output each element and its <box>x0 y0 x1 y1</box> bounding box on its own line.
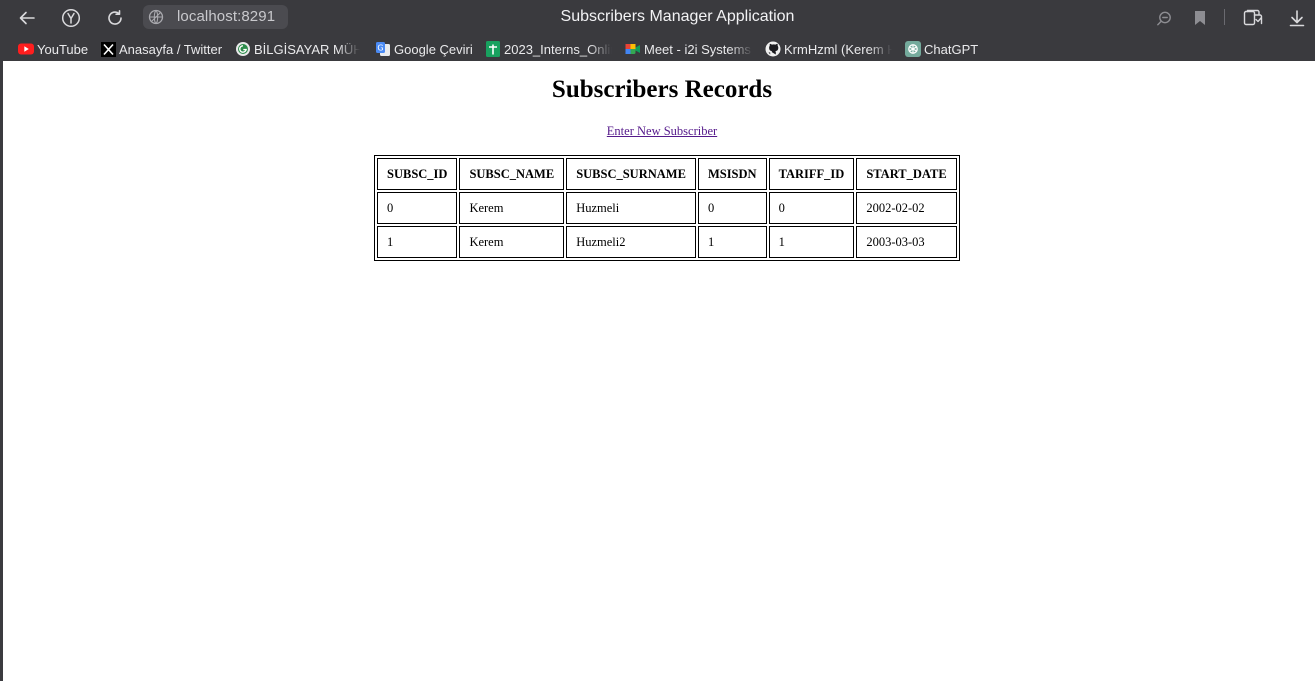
cell-subsc-id: 1 <box>377 226 458 258</box>
bookmark-icon <box>1195 11 1205 25</box>
yandex-icon <box>61 8 81 28</box>
download-button[interactable] <box>1284 5 1310 31</box>
cell-msisdn: 1 <box>697 226 767 258</box>
youtube-icon <box>18 41 34 57</box>
zoom-button[interactable] <box>1151 5 1177 31</box>
back-button[interactable] <box>14 5 40 31</box>
cell-subsc-surname: Huzmeli2 <box>566 226 696 258</box>
reload-button[interactable] <box>102 5 128 31</box>
new-subscriber-link-row: Enter New Subscriber <box>3 124 1315 139</box>
svg-text:G: G <box>377 44 383 53</box>
yandex-button[interactable] <box>58 5 84 31</box>
bookmark-github[interactable]: KrmHzml (Kerem H <box>765 40 892 58</box>
column-header-subsc-id: SUBSC_ID <box>377 158 458 190</box>
cell-tariff-id: 0 <box>768 192 855 224</box>
collections-button[interactable] <box>1240 5 1266 31</box>
column-header-subsc-name: SUBSC_NAME <box>459 158 565 190</box>
enter-new-subscriber-link[interactable]: Enter New Subscriber <box>607 124 717 138</box>
bookmarks-bar: YouTube Anasayfa / Twitter BİLGİSAYAR MÜ… <box>0 38 1315 60</box>
table-row: 1 Kerem Huzmeli2 1 1 2003-03-03 <box>377 226 957 258</box>
bookmark-button[interactable] <box>1187 5 1213 31</box>
cell-msisdn: 0 <box>697 192 767 224</box>
cell-start-date: 2002-02-02 <box>856 192 957 224</box>
reload-icon <box>108 10 122 25</box>
page-viewport: Subscribers Records Enter New Subscriber… <box>3 61 1315 681</box>
subscribers-table: SUBSC_ID SUBSC_NAME SUBSC_SURNAME MSISDN… <box>374 155 960 261</box>
cell-subsc-id: 0 <box>377 192 458 224</box>
bookmark-google-translate[interactable]: G Google Çeviri <box>375 40 473 58</box>
browser-chrome: localhost:8291 Subscribers Manager Appli… <box>0 0 1315 61</box>
column-header-subsc-surname: SUBSC_SURNAME <box>566 158 696 190</box>
download-icon <box>1289 10 1305 27</box>
address-text: localhost:8291 <box>177 8 276 25</box>
cell-subsc-name: Kerem <box>459 192 565 224</box>
globe-icon <box>235 41 251 57</box>
site-info-icon[interactable] <box>147 8 165 26</box>
page-title: Subscribers Records <box>551 76 773 103</box>
cell-subsc-surname: Huzmeli <box>566 192 696 224</box>
github-icon <box>765 41 781 57</box>
address-bar[interactable]: localhost:8291 <box>143 5 288 29</box>
toolbar-divider <box>1224 9 1225 25</box>
collections-icon <box>1243 9 1263 26</box>
table-row: 0 Kerem Huzmeli 0 0 2002-02-02 <box>377 192 957 224</box>
translate-icon: G <box>375 41 391 57</box>
bookmark-bilgisayar[interactable]: BİLGİSAYAR MÜHE <box>235 40 360 58</box>
cell-tariff-id: 1 <box>768 226 855 258</box>
cell-start-date: 2003-03-03 <box>856 226 957 258</box>
sheets-icon <box>485 41 501 57</box>
x-icon <box>100 41 116 57</box>
column-header-msisdn: MSISDN <box>697 158 767 190</box>
bookmark-interns-sheet[interactable]: 2023_Interns_Onlin <box>485 40 612 58</box>
browser-toolbar: localhost:8291 Subscribers Manager Appli… <box>0 0 1315 35</box>
window-title: Subscribers Manager Application <box>560 8 795 25</box>
bookmark-chatgpt[interactable]: ChatGPT <box>905 40 978 58</box>
column-header-start-date: START_DATE <box>856 158 957 190</box>
meet-icon <box>625 41 641 57</box>
cell-subsc-name: Kerem <box>459 226 565 258</box>
back-arrow-icon <box>19 11 35 25</box>
chatgpt-icon <box>905 41 921 57</box>
column-header-tariff-id: TARIFF_ID <box>768 158 855 190</box>
zoom-icon <box>1156 11 1171 25</box>
bookmark-meet[interactable]: Meet - i2i Systems <box>625 40 753 58</box>
bookmark-youtube[interactable]: YouTube <box>18 40 88 58</box>
table-header-row: SUBSC_ID SUBSC_NAME SUBSC_SURNAME MSISDN… <box>377 158 957 190</box>
bookmark-twitter[interactable]: Anasayfa / Twitter <box>100 40 222 58</box>
